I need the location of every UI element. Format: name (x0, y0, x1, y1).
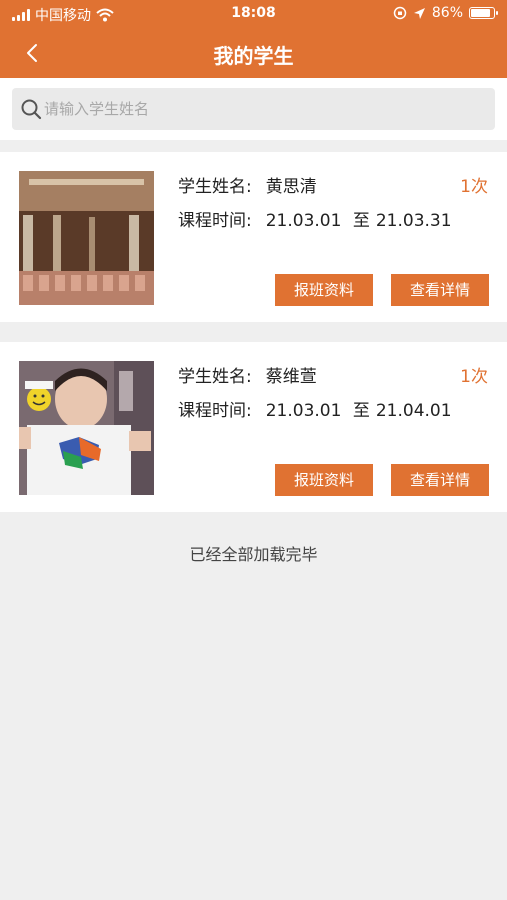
view-details-button[interactable]: 查看详情 (391, 464, 489, 496)
name-label: 学生姓名: (178, 177, 252, 197)
battery-icon (469, 7, 498, 19)
student-photo (19, 171, 154, 305)
search-box[interactable] (12, 88, 495, 130)
app-header: 中国移动 18:08 86% 我的学生 (0, 0, 507, 78)
search-icon (21, 99, 42, 120)
date-separator: 至 (352, 211, 370, 231)
start-date: 21.03.01 (265, 211, 342, 231)
student-name: 黄思清 (265, 177, 317, 197)
location-icon (413, 7, 425, 19)
time-label: 课程时间: (178, 211, 252, 231)
class-count: 1次 (460, 367, 488, 387)
status-bar: 中国移动 18:08 86% (0, 0, 507, 30)
load-complete-text: 已经全部加载完毕 (189, 545, 318, 564)
nav-bar: 我的学生 (0, 30, 507, 78)
student-name-row: 学生姓名: 蔡维萱 (178, 362, 317, 387)
date-separator: 至 (352, 401, 370, 421)
orientation-lock-icon (393, 6, 407, 20)
end-date: 21.04.01 (375, 401, 452, 421)
student-card[interactable]: 学生姓名: 蔡维萱 课程时间: 21.03.01 至 21.04.01 1次 报班资料… (0, 342, 507, 512)
student-name: 蔡维萱 (265, 367, 317, 387)
battery-percent: 86% (431, 5, 463, 21)
search-input[interactable] (44, 88, 484, 130)
name-label: 学生姓名: (178, 367, 252, 387)
battery-fill (471, 9, 490, 17)
course-time-row: 课程时间: 21.03.01 至 21.03.31 (178, 206, 452, 231)
view-details-button[interactable]: 查看详情 (391, 274, 489, 306)
student-name-row: 学生姓名: 黄思清 (178, 172, 317, 197)
enroll-info-button[interactable]: 报班资料 (275, 464, 373, 496)
start-date: 21.03.01 (265, 401, 342, 421)
search-section (0, 78, 507, 140)
status-right: 86% (393, 5, 498, 21)
enroll-info-button[interactable]: 报班资料 (275, 274, 373, 306)
end-date: 21.03.31 (375, 211, 452, 231)
page-title: 我的学生 (213, 44, 294, 68)
class-count: 1次 (460, 177, 488, 197)
student-card[interactable]: 学生姓名: 黄思清 课程时间: 21.03.01 至 21.03.31 1次 报班资料… (0, 152, 507, 322)
course-time-row: 课程时间: 21.03.01 至 21.04.01 (178, 396, 452, 421)
time-label: 课程时间: (178, 401, 252, 421)
student-photo (19, 361, 154, 495)
